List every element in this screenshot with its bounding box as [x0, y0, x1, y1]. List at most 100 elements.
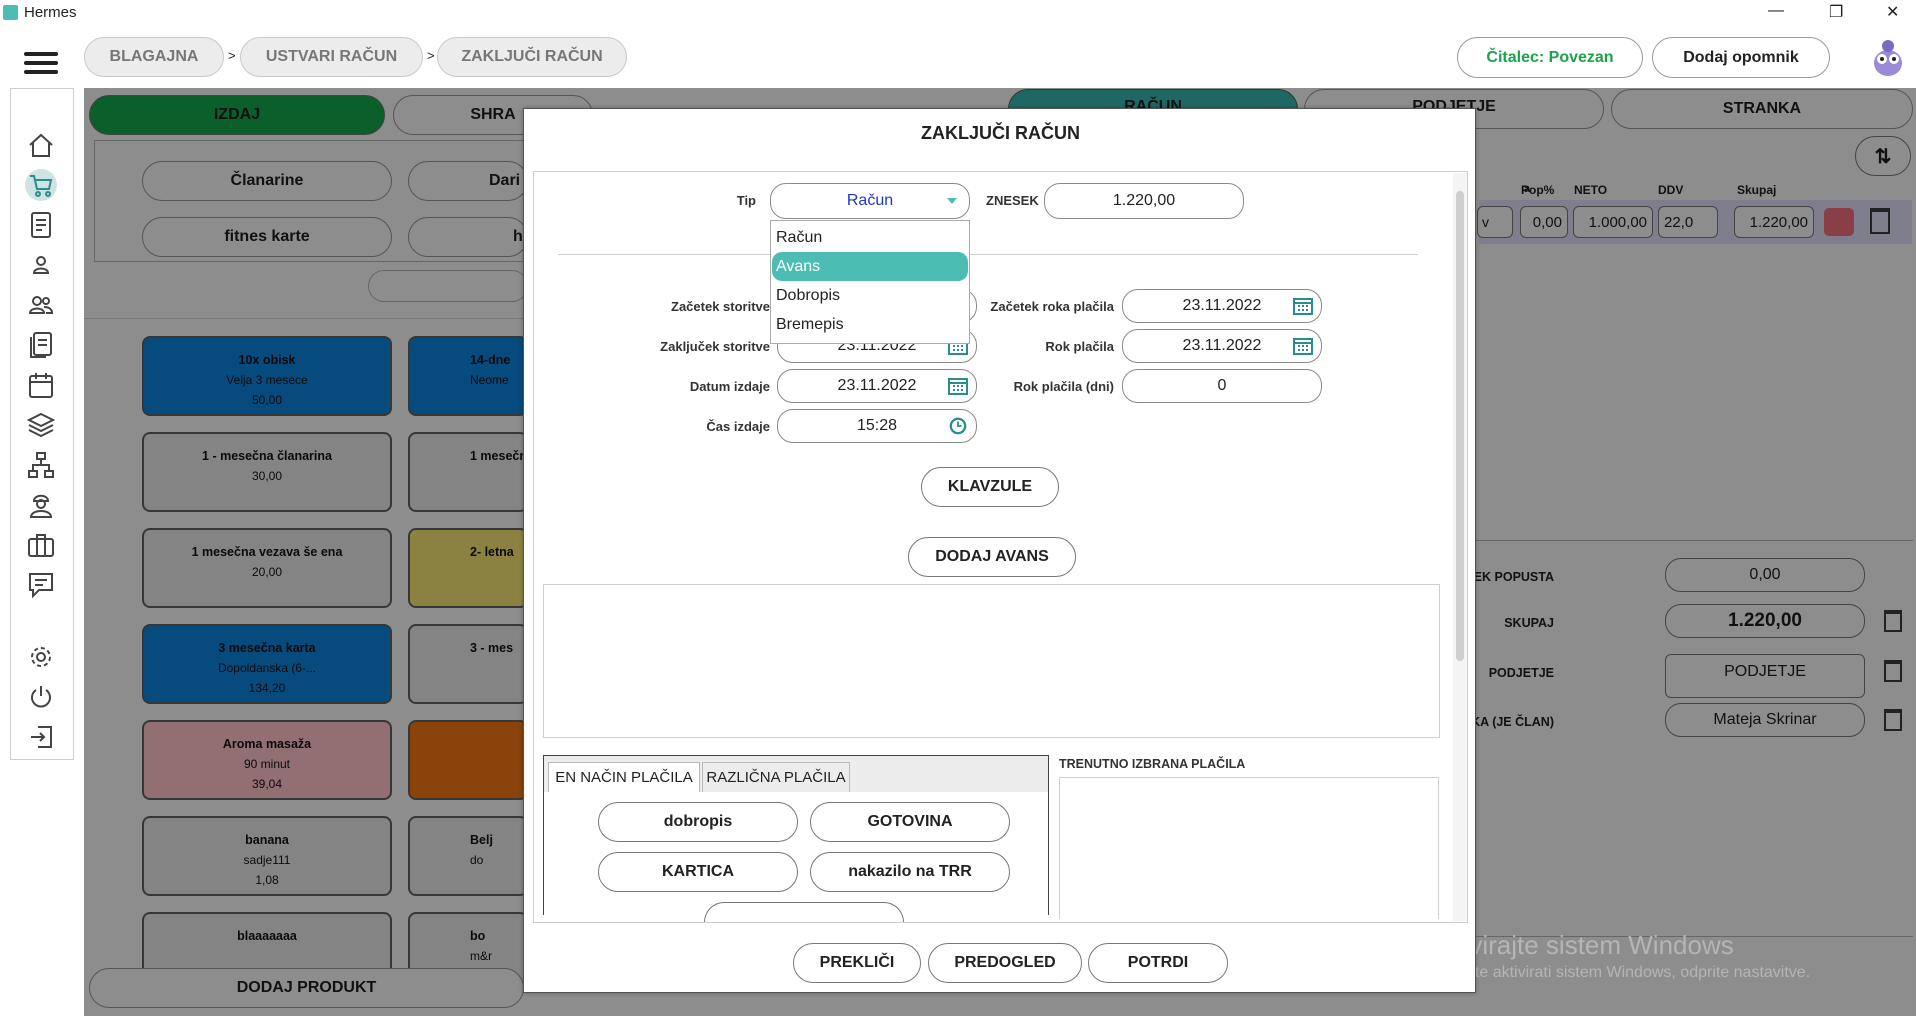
- settings-gear-icon[interactable]: [25, 641, 57, 673]
- tile-subtitle: m&r: [470, 949, 492, 963]
- sitemap-icon[interactable]: [25, 449, 57, 481]
- dodaj-avans-button[interactable]: DODAJ AVANS: [908, 537, 1076, 577]
- dialog-title: ZAKLJUČI RAČUN: [921, 123, 1080, 143]
- tile-name: 1 mesečr: [470, 449, 525, 463]
- tile-name: Aroma masaža: [222, 737, 312, 751]
- power-icon[interactable]: [25, 681, 57, 713]
- tile-price: 1,08: [255, 873, 279, 887]
- scrollbar-thumb[interactable]: [1456, 191, 1464, 661]
- logout-icon[interactable]: [25, 721, 57, 753]
- tile-name: 1 - mesečna članarina: [202, 449, 332, 463]
- payment-nakazilo-button[interactable]: nakazilo na TRR: [810, 852, 1010, 892]
- tip-option-avans[interactable]: Avans: [772, 252, 968, 281]
- users-icon[interactable]: [25, 289, 57, 321]
- tile-name: Belj: [470, 833, 493, 847]
- row-unit-select: v: [1477, 206, 1513, 238]
- payment-dobropis-button[interactable]: dobropis: [598, 802, 798, 842]
- datum-izdaje-field[interactable]: 23.11.2022: [777, 369, 977, 403]
- chat-icon[interactable]: [25, 569, 57, 601]
- breadcrumb-zakljuci-racun[interactable]: ZAKLJUČI RAČUN: [437, 37, 627, 77]
- breadcrumb-blagajna[interactable]: BLAGAJNA: [84, 37, 224, 77]
- row-neto-field: 1.000,00: [1573, 206, 1653, 238]
- column-neto: NETO: [1574, 183, 1608, 197]
- close-icon[interactable]: ✕: [1886, 2, 1899, 22]
- category-clanarine: Članarine: [142, 161, 392, 201]
- payment-gotovina-button[interactable]: GOTOVINA: [810, 802, 1010, 842]
- delete-icon: [1870, 208, 1890, 234]
- column-pop: Pop%: [1521, 183, 1555, 197]
- tile-subtitle: Neome: [470, 373, 509, 387]
- zacetek-roka-placila-field[interactable]: 23.11.2022: [1122, 289, 1322, 323]
- calendar-icon[interactable]: [25, 369, 57, 401]
- user-avatar-icon[interactable]: [1870, 37, 1906, 77]
- tab-en-nacin-placila[interactable]: EN NAČIN PLAČILA: [548, 762, 700, 792]
- worker-icon[interactable]: [25, 489, 57, 521]
- product-tile: 1 mesečr: [408, 432, 528, 512]
- tile-subtitle: Velja 3 mesece: [226, 373, 308, 387]
- klavzule-button[interactable]: KLAVZULE: [921, 467, 1059, 507]
- column-ddv: DDV: [1658, 183, 1684, 197]
- home-icon[interactable]: [25, 129, 57, 161]
- shopping-cart-icon[interactable]: [25, 169, 57, 201]
- tab-razlicna-placila[interactable]: RAZLIČNA PLAČILA: [702, 762, 850, 792]
- breadcrumb-ustvari-racun[interactable]: USTVARI RAČUN: [240, 37, 423, 77]
- zacetek-roka-placila-label: Začetek roka plačila: [990, 299, 1114, 314]
- tile-name: 14-dne: [470, 353, 511, 367]
- trash-icon: [1884, 709, 1902, 731]
- predogled-button[interactable]: PREDOGLED: [928, 943, 1082, 983]
- minimize-icon[interactable]: —: [1768, 2, 1784, 20]
- row-pop-field: 0,00: [1520, 206, 1568, 238]
- tile-name: 2- letna: [470, 545, 514, 559]
- payment-kartica-button[interactable]: KARTICA: [598, 852, 798, 892]
- scrollbar[interactable]: [1453, 173, 1467, 921]
- znesek-label: ZNESEK: [986, 193, 1039, 208]
- category-fitnes-karte: fitnes karte: [142, 217, 392, 257]
- add-reminder-button[interactable]: Dodaj opomnik: [1652, 37, 1830, 78]
- tip-select[interactable]: Račun: [770, 183, 970, 219]
- clock-icon[interactable]: [948, 417, 968, 435]
- title-bar: Hermes — ❐ ✕: [0, 0, 1917, 28]
- zacetek-storitve-label: Začetek storitve: [671, 299, 770, 314]
- add-product-button: DODAJ PRODUKT: [89, 968, 524, 1008]
- product-tile: 3 - mes: [408, 624, 528, 704]
- product-tile: 3 mesečna karta Dopoldanska (6-... 134,20: [142, 624, 392, 704]
- tip-value: Račun: [846, 192, 894, 209]
- category-darila: Dari: [408, 161, 528, 201]
- tip-option-bremepis[interactable]: Bremepis: [772, 310, 968, 339]
- hamburger-menu-icon[interactable]: [24, 52, 58, 76]
- tile-price: 134,20: [248, 681, 286, 695]
- product-tile: banana sadje111 1,08: [142, 816, 392, 896]
- payment-more-button[interactable]: [704, 902, 904, 922]
- app-icon: [3, 5, 18, 20]
- product-tile: [408, 720, 528, 800]
- trenutno-izbrana-placila-label: TRENUTNO IZBRANA PLAČILA: [1059, 757, 1246, 771]
- calendar-icon[interactable]: [1293, 297, 1313, 315]
- tip-option-dobropis[interactable]: Dobropis: [772, 281, 968, 310]
- rok-placila-dni-field[interactable]: 0: [1122, 369, 1322, 403]
- cas-izdaje-field[interactable]: 15:28: [777, 409, 977, 443]
- document-icon[interactable]: [25, 209, 57, 241]
- avans-list-area: [543, 584, 1440, 738]
- summary-value: 0,00: [1665, 558, 1865, 592]
- product-tile: 14-dne Neome: [408, 336, 528, 416]
- rok-placila-field[interactable]: 23.11.2022: [1122, 329, 1322, 363]
- chevron-down-icon: [947, 198, 957, 204]
- documents-icon[interactable]: [25, 329, 57, 361]
- datum-izdaje-label: Datum izdaje: [689, 379, 770, 394]
- calendar-icon[interactable]: [1293, 337, 1313, 355]
- divider: [558, 254, 1418, 255]
- preklici-button[interactable]: PREKLIČI: [793, 943, 921, 983]
- reader-status-button[interactable]: Čitalec: Povezan: [1457, 37, 1643, 78]
- tile-name: 3 mesečna karta: [218, 641, 316, 655]
- tip-option-račun[interactable]: Račun: [772, 223, 968, 252]
- rok-placila-dni-label: Rok plačila (dni): [1013, 379, 1114, 394]
- layers-icon[interactable]: [25, 409, 57, 441]
- payment-panel: EN NAČIN PLAČILA RAZLIČNA PLAČILA dobrop…: [543, 755, 1049, 922]
- tile-price: 50,00: [251, 393, 283, 407]
- znesek-field[interactable]: 1.220,00: [1044, 183, 1244, 219]
- user-icon[interactable]: [25, 249, 57, 281]
- breadcrumb-separator: >: [228, 48, 236, 63]
- briefcase-icon[interactable]: [25, 529, 57, 561]
- restore-icon[interactable]: ❐: [1829, 2, 1843, 22]
- potrdi-button[interactable]: POTRDI: [1088, 943, 1228, 983]
